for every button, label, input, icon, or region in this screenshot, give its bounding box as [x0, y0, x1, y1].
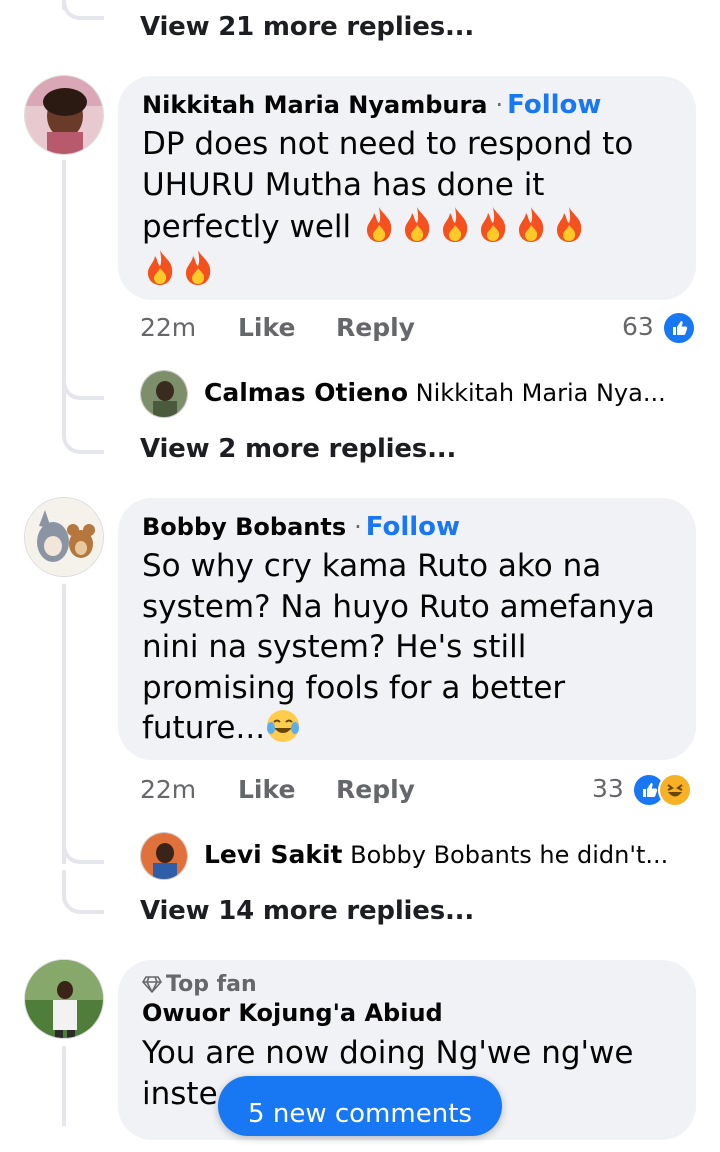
avatar-photo [25, 960, 103, 1038]
separator-dot: · [495, 91, 504, 119]
diamond-icon [142, 976, 162, 993]
reply-avatar[interactable] [140, 370, 188, 418]
comment-bubble: Bobby Bobants · Follow So why cry kama Rut… [118, 498, 696, 760]
follow-button[interactable]: Follow [507, 90, 601, 120]
new-comments-button[interactable]: 5 new comments [218, 1076, 502, 1136]
fire-icon [519, 207, 544, 242]
reply-author[interactable]: Levi Sakit [204, 840, 342, 869]
thread-connector [62, 820, 104, 864]
reply-preview[interactable]: Calmas Otieno Nikkitah Maria Nya... [204, 378, 666, 407]
like-reaction-icon [661, 311, 696, 345]
thread-connector [62, 356, 104, 400]
fire-emoji-group [142, 248, 674, 291]
avatar[interactable] [24, 497, 104, 577]
fire-icon [148, 249, 173, 285]
avatar-photo [141, 371, 187, 417]
reaction-count-value: 63 [622, 312, 654, 341]
fire-icon [481, 207, 506, 242]
reaction-count-value: 33 [592, 774, 624, 803]
thread-connector [62, 870, 104, 914]
comment-author[interactable]: Owuor Kojung'a Abiud [142, 999, 674, 1027]
fire-icon [367, 207, 392, 242]
follow-button[interactable]: Follow [366, 512, 460, 542]
avatar[interactable] [24, 75, 104, 155]
reply-author[interactable]: Calmas Otieno [204, 378, 408, 407]
fire-icon [557, 207, 582, 242]
view-more-replies[interactable]: View 2 more replies... [140, 434, 456, 464]
comment-author[interactable]: Bobby Bobants [142, 513, 346, 541]
like-button[interactable]: Like [238, 313, 295, 342]
fire-icon [405, 207, 430, 242]
reply-button[interactable]: Reply [336, 313, 415, 342]
avatar-photo [141, 833, 187, 879]
reply-avatar[interactable] [140, 832, 188, 880]
haha-reaction-icon [657, 773, 692, 807]
comment-time: 22m [140, 775, 197, 804]
avatar-photo [25, 76, 103, 154]
fire-icon [186, 249, 211, 285]
reply-preview[interactable]: Levi Sakit Bobby Bobants he didn't... [204, 840, 668, 869]
reaction-count[interactable]: 33 [592, 773, 692, 807]
comment-text: DP does not need to respond to UHURU Mut… [142, 124, 674, 290]
thread-connector [62, 0, 104, 20]
fire-icon [443, 207, 468, 242]
comment-bubble: Nikkitah Maria Nyambura · Follow DP does n… [118, 76, 696, 300]
top-fan-badge: Top fan [142, 972, 674, 997]
thread-connector [62, 410, 104, 454]
view-more-replies[interactable]: View 14 more replies... [140, 896, 474, 926]
comment-text: So why cry kama Ruto ako na system? Na h… [142, 548, 655, 746]
reply-button[interactable]: Reply [336, 775, 415, 804]
comment-time: 22m [140, 313, 197, 342]
view-more-replies[interactable]: View 21 more replies... [140, 12, 474, 42]
reaction-count[interactable]: 63 [622, 311, 696, 345]
like-button[interactable]: Like [238, 775, 295, 804]
separator-dot: · [354, 513, 362, 541]
fire-emoji-group [361, 207, 589, 245]
tears-of-joy-emoji [267, 710, 300, 742]
thread-line [62, 1046, 66, 1126]
avatar-photo [25, 498, 103, 576]
comment-author[interactable]: Nikkitah Maria Nyambura [142, 91, 488, 119]
avatar[interactable] [24, 959, 104, 1039]
reply-text: Nikkitah Maria Nya... [415, 379, 666, 407]
reply-text: Bobby Bobants he didn't... [350, 841, 669, 869]
